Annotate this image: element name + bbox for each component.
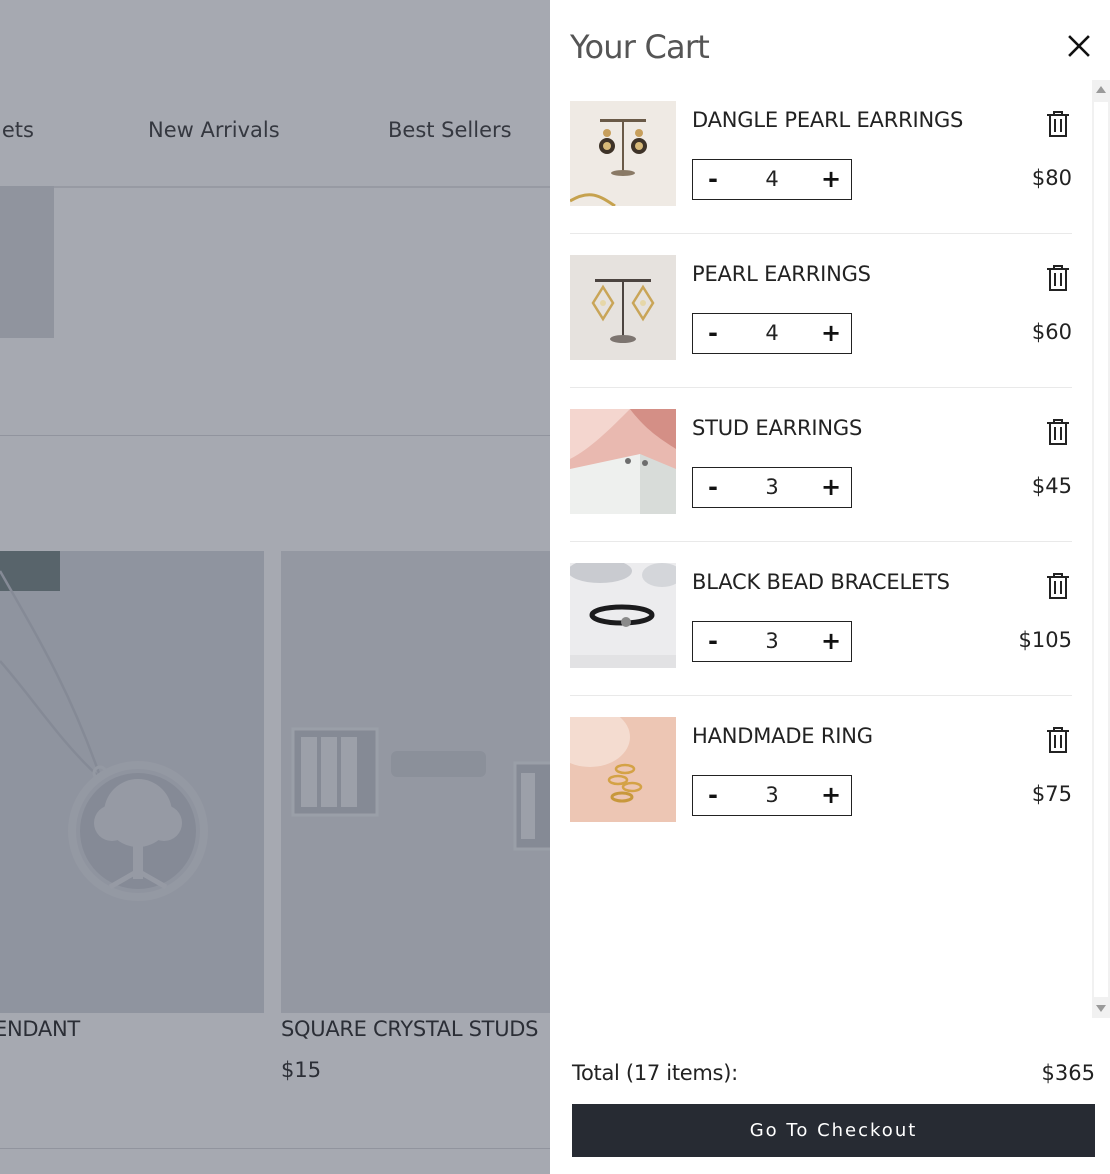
item-price: $60 [1031,320,1072,344]
item-image-handmade-ring [570,717,676,822]
item-image-stud-earrings [570,409,676,514]
quantity-value: 4 [765,321,779,345]
trash-icon [1047,265,1069,291]
scrollbar-thumb[interactable] [1094,102,1108,997]
cart-title: Your Cart [570,28,710,66]
increase-quantity-button[interactable]: + [811,468,851,506]
remove-item-button[interactable] [1045,572,1071,600]
item-price: $80 [1031,166,1072,190]
item-name: BLACK BEAD BRACELETS [692,570,950,594]
quantity-stepper: - 3 + [692,621,852,662]
item-price: $75 [1031,782,1072,806]
cart-total-value: $365 [1041,1061,1095,1085]
cart-items-list[interactable]: DANGLE PEARL EARRINGS - 4 + $80 PEARL EA… [570,80,1092,1018]
checkout-button[interactable]: Go To Checkout [572,1104,1095,1157]
decrease-quantity-button[interactable]: - [693,776,733,814]
item-name: HANDMADE RING [692,724,873,748]
quantity-value: 3 [765,783,779,807]
quantity-stepper: - 3 + [692,467,852,508]
scroll-up-arrow-icon[interactable] [1096,86,1106,93]
decrease-quantity-button[interactable]: - [693,160,733,198]
trash-icon [1047,111,1069,137]
remove-item-button[interactable] [1045,264,1071,292]
close-icon [1068,35,1090,57]
cart-total-label: Total (17 items): [572,1061,738,1085]
item-image-dangle-pearl-earrings [570,101,676,206]
item-name: STUD EARRINGS [692,416,863,440]
quantity-stepper: - 4 + [692,159,852,200]
item-name: DANGLE PEARL EARRINGS [692,108,964,132]
item-image-pearl-earrings [570,255,676,360]
quantity-value: 3 [765,629,779,653]
quantity-value: 3 [765,475,779,499]
quantity-value: 4 [765,167,779,191]
cart-item: BLACK BEAD BRACELETS - 3 + $105 [570,542,1072,696]
item-name: PEARL EARRINGS [692,262,871,286]
scroll-down-arrow-icon[interactable] [1096,1005,1106,1012]
remove-item-button[interactable] [1045,418,1071,446]
remove-item-button[interactable] [1045,110,1071,138]
trash-icon [1047,419,1069,445]
item-price: $45 [1031,474,1072,498]
decrease-quantity-button[interactable]: - [693,314,733,352]
quantity-stepper: - 3 + [692,775,852,816]
trash-icon [1047,727,1069,753]
increase-quantity-button[interactable]: + [811,160,851,198]
item-image-black-bead-bracelets [570,563,676,668]
decrease-quantity-button[interactable]: - [693,468,733,506]
cart-item: DANGLE PEARL EARRINGS - 4 + $80 [570,80,1072,234]
cart-item: STUD EARRINGS - 3 + $45 [570,388,1072,542]
quantity-stepper: - 4 + [692,313,852,354]
increase-quantity-button[interactable]: + [811,622,851,660]
cart-scrollbar[interactable] [1092,80,1110,1018]
trash-icon [1047,573,1069,599]
item-price: $105 [1018,628,1072,652]
decrease-quantity-button[interactable]: - [693,622,733,660]
close-button[interactable] [1065,32,1093,60]
cart-item: PEARL EARRINGS - 4 + $60 [570,234,1072,388]
cart-drawer: Your Cart DANGLE PEARL EARRINGS - 4 + $8… [550,0,1110,1174]
cart-item: HANDMADE RING - 3 + $75 [570,696,1072,850]
remove-item-button[interactable] [1045,726,1071,754]
increase-quantity-button[interactable]: + [811,776,851,814]
increase-quantity-button[interactable]: + [811,314,851,352]
